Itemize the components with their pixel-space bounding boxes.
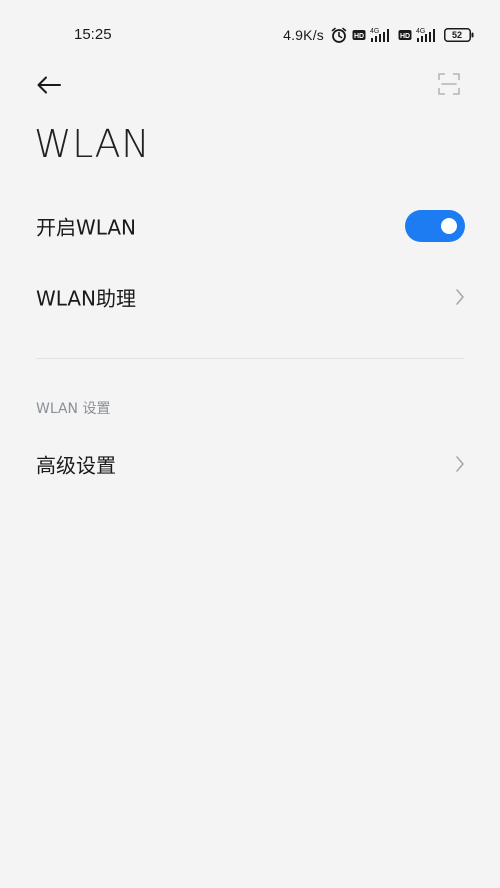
network-type-1: 4G [370, 28, 379, 35]
advanced-settings-row[interactable]: 高级设置 [0, 433, 500, 495]
section-divider [36, 358, 464, 359]
network-speed: 4.9K/s [283, 27, 324, 43]
status-time: 15:25 [74, 26, 112, 43]
network-type-2: 4G [416, 28, 425, 35]
scan-frame-icon [438, 73, 460, 95]
signal-bars-icon: 4G [370, 26, 394, 44]
arrow-left-icon [37, 76, 61, 94]
wlan-toggle[interactable] [405, 210, 465, 242]
hd-volte-icon-2: HD [398, 29, 412, 41]
enable-wlan-label: 开启WLAN [36, 215, 137, 240]
chevron-right-icon [454, 288, 466, 306]
hd-label-2: HD [400, 33, 410, 40]
scan-button[interactable] [436, 71, 462, 97]
signal-bars-icon-2: 4G [416, 26, 440, 44]
chevron-right-icon-2 [454, 455, 466, 473]
back-button[interactable] [34, 70, 64, 100]
enable-wlan-row[interactable]: 开启WLAN [0, 195, 500, 257]
toolbar [0, 60, 500, 110]
wlan-assistant-label: WLAN助理 [36, 286, 137, 311]
wlan-assistant-row[interactable]: WLAN助理 [0, 266, 500, 328]
battery-icon: 52 [444, 28, 474, 42]
page-title: WLAN [34, 122, 151, 166]
section-header: WLAN 设置 [36, 401, 111, 417]
alarm-clock-icon [330, 26, 348, 44]
advanced-settings-label: 高级设置 [36, 453, 116, 478]
battery-level: 52 [451, 30, 462, 40]
status-indicators: 4.9K/s HD 4G HD 4G 52 [283, 24, 474, 46]
toggle-knob [441, 218, 457, 234]
hd-volte-icon: HD [352, 29, 366, 41]
hd-label-1: HD [354, 33, 364, 40]
